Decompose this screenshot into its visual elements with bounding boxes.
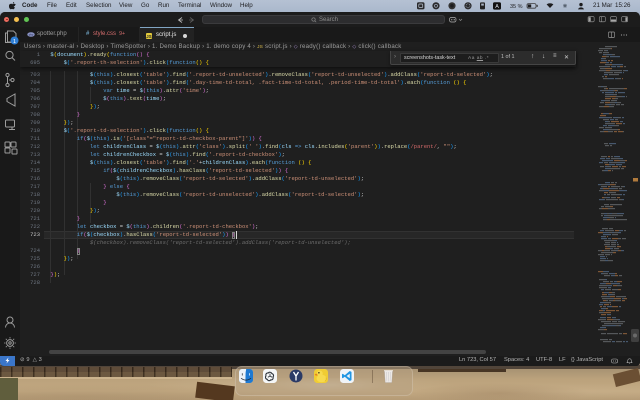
svg-text:35 %: 35 %	[510, 4, 523, 10]
svg-text:1: 1	[13, 39, 16, 45]
svg-text:A: A	[495, 4, 499, 10]
svg-text:php: php	[29, 33, 34, 37]
